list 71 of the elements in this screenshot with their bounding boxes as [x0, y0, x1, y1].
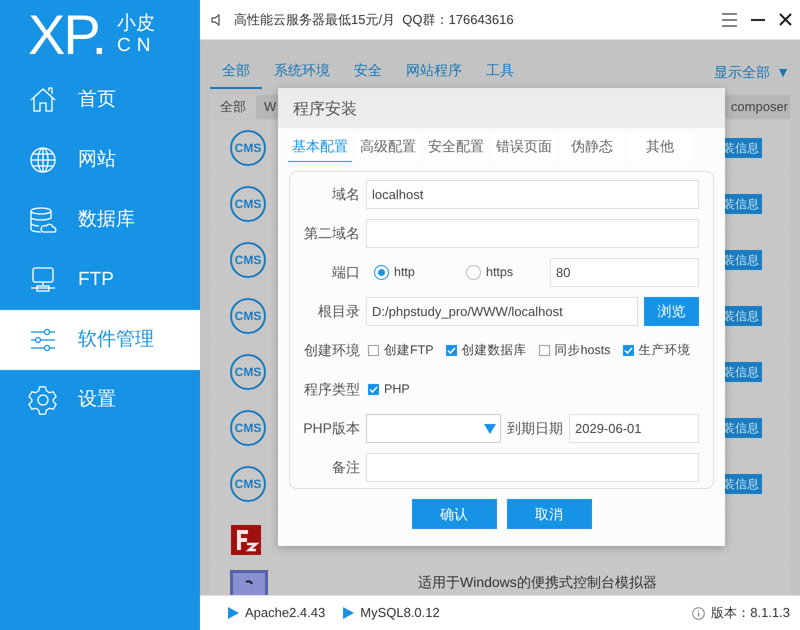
option-label: 创建数据库: [462, 342, 527, 360]
field-label: 备注: [331, 458, 360, 477]
dialog-title: 程序安装: [278, 88, 725, 128]
field-label: 域名: [331, 185, 360, 204]
database-icon: [28, 205, 58, 235]
field-label: 第二域名: [303, 224, 360, 243]
cms-logo: CMS: [230, 466, 266, 502]
cancel-button[interactable]: 取消: [506, 499, 592, 529]
category-tab[interactable]: 工具: [474, 56, 526, 89]
dropdown-arrow[interactable]: ▼: [776, 62, 790, 83]
category-tab[interactable]: 网站程序: [394, 56, 474, 89]
expiry-date-field[interactable]: 2029-06-01: [569, 414, 699, 443]
category-tab[interactable]: 全部: [210, 56, 262, 89]
field-label: 程序类型: [303, 380, 360, 399]
root-directory-field[interactable]: D:/phpstudy_pro/WWW/localhost: [366, 297, 638, 326]
notice-text: 高性能云服务器最低15元/月 QQ群：176643616: [234, 10, 515, 29]
field-label: 根目录: [317, 302, 360, 321]
sidebar-item[interactable]: FTP: [0, 250, 200, 310]
play-icon[interactable]: [343, 607, 354, 619]
remark-field[interactable]: [366, 453, 699, 482]
field-label: 创建环境: [303, 341, 360, 360]
confirm-button[interactable]: 确认: [412, 499, 496, 529]
cms-logo: CMS: [230, 354, 266, 390]
option-label: https: [486, 264, 514, 282]
globe-icon: [28, 145, 58, 175]
option-label: 生产环境: [638, 342, 690, 360]
service-name: Apache2.4.43: [245, 604, 326, 622]
field-label: 端口: [331, 263, 360, 282]
cms-logo: CMS: [230, 298, 266, 334]
checkbox[interactable]: [368, 384, 379, 395]
field-label: PHP版本: [302, 419, 360, 438]
cms-logo: CMS: [230, 186, 266, 222]
cms-logo: CMS: [230, 130, 266, 166]
port-field[interactable]: 80: [550, 258, 699, 287]
option-label: 同步hosts: [554, 342, 610, 360]
play-icon[interactable]: [228, 607, 239, 619]
cms-logo: CMS: [230, 242, 266, 278]
sub-tab[interactable]: W: [256, 95, 280, 119]
option-label: http: [394, 264, 415, 282]
close-icon[interactable]: [779, 13, 792, 26]
sidebar-item[interactable]: 设置: [0, 370, 200, 430]
checkbox[interactable]: [446, 345, 457, 356]
category-tab[interactable]: 安全: [342, 56, 394, 89]
checkbox[interactable]: [622, 345, 634, 356]
option-label: 创建FTP: [384, 342, 434, 360]
browse-button[interactable]: 浏览: [644, 297, 699, 326]
filezilla-icon: [230, 524, 262, 556]
caret-icon: [484, 422, 496, 434]
sidebar-item[interactable]: 软件管理: [0, 310, 200, 370]
sidebar-item[interactable]: 网站: [0, 130, 200, 190]
sidebar-item[interactable]: 数据库: [0, 190, 200, 250]
cms-logo: CMS: [230, 410, 266, 446]
description-text: 适用于Windows的便携式控制台模拟器: [418, 573, 657, 592]
field-label: 到期日期: [507, 419, 563, 438]
checkbox[interactable]: [538, 345, 550, 356]
category-tab[interactable]: 系统环境: [262, 56, 342, 89]
second-domain-field[interactable]: [366, 219, 699, 248]
service-name: MySQL8.0.12: [360, 604, 440, 622]
domain-field[interactable]: localhost: [366, 180, 699, 209]
sub-tab[interactable]: 全部: [210, 95, 256, 119]
radio-button[interactable]: [374, 265, 389, 280]
minimize-icon[interactable]: [751, 18, 765, 22]
menu-icon[interactable]: [722, 12, 737, 26]
version-text: 版本：8.1.1.3: [711, 604, 790, 622]
show-all-link[interactable]: 显示全部: [714, 62, 770, 83]
option-label: PHP: [384, 381, 410, 398]
info-icon: [692, 606, 706, 620]
radio-button[interactable]: [466, 265, 481, 280]
sidebar-item[interactable]: 首页: [0, 70, 200, 130]
settings-icon: [28, 385, 58, 415]
checkbox[interactable]: [368, 345, 379, 356]
